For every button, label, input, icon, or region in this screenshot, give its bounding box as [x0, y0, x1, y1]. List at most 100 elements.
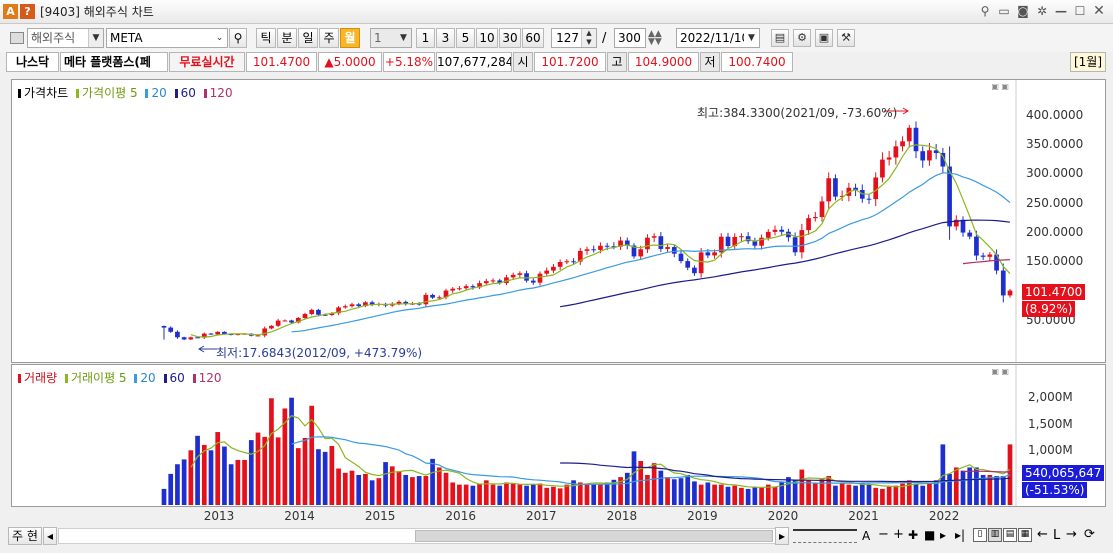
- candle-body: [436, 297, 442, 299]
- main-view-button[interactable]: 주 현: [8, 527, 42, 545]
- candle-body: [490, 280, 496, 282]
- total-spinner-icon[interactable]: ▲▲ ▼▼: [648, 30, 662, 47]
- interval-10-button[interactable]: 10: [476, 28, 498, 48]
- volume-bar: [376, 478, 382, 505]
- volume-bar: [430, 458, 435, 505]
- minimize-icon[interactable]: —: [1053, 3, 1069, 19]
- scroll-left-button[interactable]: ◂: [43, 527, 57, 545]
- close-icon[interactable]: ✕: [1091, 3, 1107, 19]
- volume-bar: [208, 450, 214, 505]
- volume-chart-pane[interactable]: 거래량 거래이평 5 20 60 120 ▣ ▣ 2,000M 1,500M 1,0…: [11, 364, 1106, 507]
- period-week-button[interactable]: 주: [319, 28, 339, 48]
- period-tick-button[interactable]: 틱: [256, 28, 276, 48]
- price-axis-label: 350.0000: [1026, 137, 1084, 151]
- settings-icon[interactable]: ⚙: [793, 29, 811, 47]
- zoom-in-icon[interactable]: +: [893, 527, 904, 542]
- candle-body: [806, 218, 811, 231]
- candle-body: [906, 127, 912, 142]
- date-input[interactable]: 2022/11/10 ▼: [676, 28, 760, 48]
- total-input-value: 300: [618, 31, 641, 45]
- current-price: 101.4700: [246, 52, 317, 72]
- candle-body: [980, 255, 986, 257]
- quote-row: 나스닥 메타 플랫폼스(페 무료실시간 101.4700 ▲5.0000 +5.…: [0, 52, 1113, 73]
- scroll-right-button[interactable]: ▸: [775, 527, 789, 545]
- interval-60-button[interactable]: 60: [522, 28, 544, 48]
- chevron-down-icon[interactable]: ▼: [396, 29, 411, 47]
- volume-bar: [410, 477, 415, 505]
- candle-body: [947, 166, 952, 227]
- candle-body: [960, 219, 966, 233]
- interval-30-button[interactable]: 30: [499, 28, 521, 48]
- view-list-icon[interactable]: ▤: [1003, 528, 1017, 542]
- zoom-a-icon[interactable]: A: [862, 529, 870, 543]
- candle-body: [792, 237, 798, 253]
- candle-body: [604, 245, 610, 247]
- period-minute-button[interactable]: 분: [277, 28, 297, 48]
- volume-bar: [356, 474, 362, 505]
- interval-3-button[interactable]: 3: [436, 28, 455, 48]
- help-icon[interactable]: ?: [20, 4, 35, 19]
- search-button[interactable]: ⚲: [229, 28, 247, 48]
- arrow-right-icon[interactable]: →: [1066, 527, 1077, 542]
- tools-icon[interactable]: ⚒: [837, 29, 855, 47]
- candle-body: [175, 331, 180, 338]
- zoom-slider[interactable]: [793, 529, 857, 543]
- period-day-button[interactable]: 일: [298, 28, 318, 48]
- chevron-down-icon[interactable]: ▼: [88, 29, 103, 47]
- stop-icon[interactable]: ■: [924, 528, 935, 542]
- bottom-bar: 주 현 ◂ ▸ A − + ✚ ■ ▸ ▸| ▯ ▥ ▤ ▦ ← L → ⟳: [0, 525, 1113, 553]
- pin-icon[interactable]: ⚲: [977, 3, 993, 19]
- candle-body: [564, 261, 570, 263]
- volume-bar: [873, 487, 879, 505]
- interval-select[interactable]: 1 ▼: [370, 28, 412, 48]
- view-split-icon[interactable]: ▥: [988, 528, 1002, 542]
- candle-body: [651, 236, 657, 238]
- volume-bar: [490, 484, 496, 505]
- gear-icon[interactable]: ✲: [1034, 3, 1050, 19]
- l-icon[interactable]: L: [1053, 528, 1060, 543]
- volume-bar: [577, 482, 583, 505]
- date-input-value: 2022/11/10: [680, 31, 750, 45]
- view-single-icon[interactable]: ▯: [973, 528, 987, 542]
- interval-1-button[interactable]: 1: [416, 28, 435, 48]
- volume-bar: [524, 485, 529, 505]
- arrow-left-icon[interactable]: ←: [1037, 527, 1048, 542]
- stock-name: 메타 플랫폼스(페: [60, 52, 168, 72]
- chart-type-icon[interactable]: ▤: [771, 29, 789, 47]
- spinner-icon[interactable]: ▲ ▼: [581, 29, 596, 47]
- app-a-icon[interactable]: A: [3, 4, 18, 19]
- view-grid-icon[interactable]: ▦: [1018, 528, 1032, 542]
- play-icon[interactable]: ▸: [940, 528, 946, 542]
- next-icon[interactable]: ▸|: [955, 528, 965, 542]
- save-icon[interactable]: ▣: [815, 29, 833, 47]
- camera-icon[interactable]: ◙: [1015, 3, 1031, 19]
- period-month-button[interactable]: 월: [340, 28, 360, 48]
- x-axis-label: 2018: [606, 509, 638, 523]
- candle-body: [812, 217, 818, 219]
- low-label: 저: [700, 52, 720, 72]
- reset-icon[interactable]: ⟳: [1084, 527, 1095, 542]
- count-input[interactable]: 127 ▲ ▼: [551, 28, 597, 48]
- market-select[interactable]: 해외주식 ▼: [27, 28, 104, 48]
- volume-bar: [631, 451, 637, 505]
- volume-bar: [799, 469, 805, 505]
- scrollbar-thumb[interactable]: [415, 530, 773, 542]
- chevron-down-icon[interactable]: ▼: [744, 29, 759, 47]
- period-badge: [1월]: [1070, 52, 1106, 72]
- volume-bar: [732, 485, 738, 505]
- interval-5-button[interactable]: 5: [456, 28, 475, 48]
- candle-body: [430, 294, 435, 298]
- move-icon[interactable]: ✚: [908, 528, 918, 542]
- zoom-out-icon[interactable]: −: [878, 527, 889, 542]
- chevron-down-icon[interactable]: ⌄: [212, 29, 227, 47]
- total-input[interactable]: 300: [614, 28, 646, 48]
- symbol-input[interactable]: META ⌄: [106, 28, 228, 48]
- price-chart-pane[interactable]: 가격차트 가격이평 5 20 60 120 ▣ ▣ 400.0000 350.00…: [11, 79, 1106, 363]
- candle-body: [557, 261, 563, 267]
- horizontal-scrollbar[interactable]: [58, 528, 788, 544]
- maximize-icon[interactable]: ☐: [1072, 3, 1088, 19]
- settings-small-icon[interactable]: [10, 32, 24, 44]
- screen-icon[interactable]: ▭: [996, 3, 1012, 19]
- ma60-line: [560, 219, 1011, 308]
- volume-bar: [745, 488, 751, 505]
